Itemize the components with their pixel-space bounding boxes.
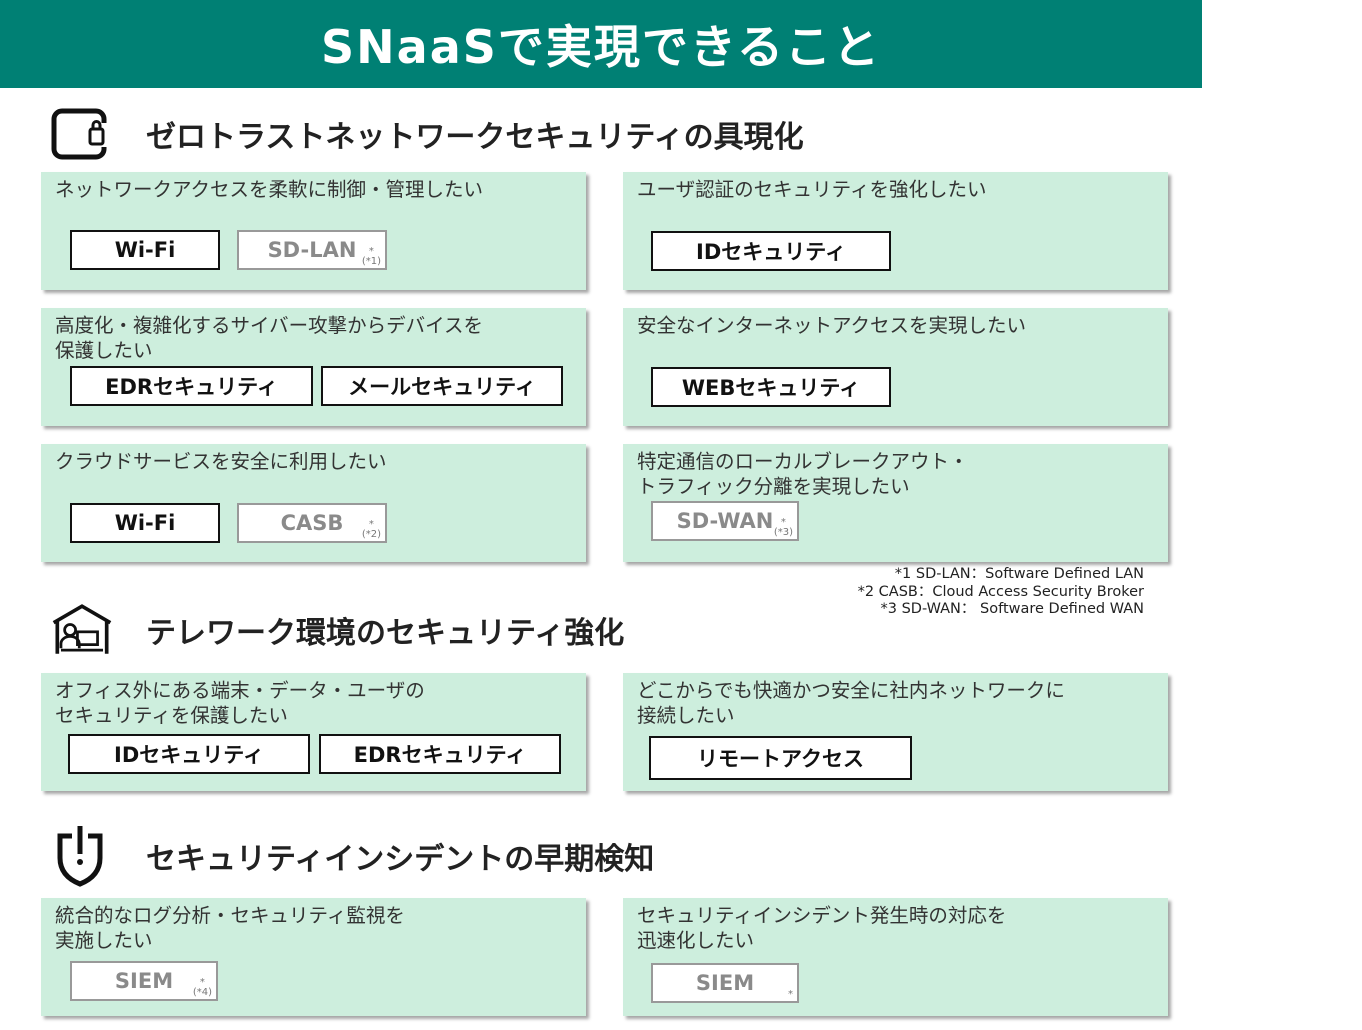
use-case-text: 特定通信のローカルブレークアウト・ トラフィック分離を実現したい [637,450,969,498]
use-case-card: クラウドサービスを安全に利用したい Wi-Fi CASB * (*2) [41,444,586,562]
mobile-lock-icon [50,104,114,164]
tag-siem[interactable]: SIEM * [651,963,799,1003]
footnote: *3 SD-WAN： Software Defined WAN [880,601,1145,617]
footnote-marker: * (*1) [361,246,381,267]
use-case-card: 高度化・複雑化するサイバー攻撃からデバイスを 保護したい EDRセキュリティ メ… [41,308,586,426]
section-title: テレワーク環境のセキュリティ強化 [146,616,625,651]
tag-id-security[interactable]: IDセキュリティ [651,231,891,271]
use-case-card: 統合的なログ分析・セキュリティ監視を 実施したい SIEM * (*4) [41,898,586,1016]
tag-edr-security[interactable]: EDRセキュリティ [319,734,561,774]
use-case-text: ネットワークアクセスを柔軟に制御・管理したい [55,178,484,201]
tag-label: Wi-Fi [114,238,176,262]
tag-sd-lan[interactable]: SD-LAN * (*1) [237,230,387,270]
tag-label: リモートアクセス [697,747,864,771]
tag-remote-access[interactable]: リモートアクセス [649,736,912,780]
shield-alert-icon [50,826,114,887]
tag-label: EDRセキュリティ [353,743,527,767]
tag-label: CASB [280,511,344,535]
section-zero-trust: ゼロトラストネットワークセキュリティの具現化 [50,104,804,164]
title-banner: SNaaSで実現できること [0,0,1202,88]
use-case-text: クラウドサービスを安全に利用したい [55,450,387,473]
tag-label: SIEM [114,969,174,993]
use-case-text: 安全なインターネットアクセスを実現したい [637,314,1027,337]
tag-label: メールセキュリティ [348,375,536,399]
use-case-card: セキュリティインシデント発生時の対応を 迅速化したい SIEM * [623,898,1168,1016]
footnotes: *1 SD-LAN：Software Defined LAN *2 CASB：C… [858,566,1144,619]
use-case-text: ユーザ認証のセキュリティを強化したい [637,178,987,201]
tag-label: SD-WAN [676,509,774,533]
footnote-marker: * [788,989,793,1000]
use-case-card: どこからでも快適かつ安全に社内ネットワークに 接続したい リモートアクセス [623,673,1168,791]
tag-casb[interactable]: CASB * (*2) [237,503,387,543]
tag-sd-wan[interactable]: SD-WAN * (*3) [651,501,799,541]
section-title: ゼロトラストネットワークセキュリティの具現化 [146,120,804,155]
section-telework: テレワーク環境のセキュリティ強化 [50,600,624,660]
page-title: SNaaSで実現できること [321,20,881,74]
use-case-text: 高度化・複雑化するサイバー攻撃からデバイスを 保護したい [55,314,484,362]
footnote: *2 CASB：Cloud Access Security Broker [857,583,1144,600]
tag-wifi[interactable]: Wi-Fi [70,503,220,543]
tag-label: WEBセキュリティ [681,376,861,400]
tag-mail-security[interactable]: メールセキュリティ [321,366,563,406]
tag-label: IDセキュリティ [696,240,846,264]
footnote-marker: * (*3) [773,517,793,538]
tag-id-security[interactable]: IDセキュリティ [68,734,310,774]
footnote-marker: * (*2) [361,519,381,540]
footnote: *1 SD-LAN：Software Defined LAN [894,566,1144,582]
tag-label: SD-LAN [267,238,357,262]
use-case-text: セキュリティインシデント発生時の対応を 迅速化したい [637,904,1007,952]
use-case-text: オフィス外にある端末・データ・ユーザの セキュリティを保護したい [55,679,425,727]
section-title: セキュリティインシデントの早期検知 [146,842,655,877]
home-office-icon [50,600,114,660]
use-case-card: オフィス外にある端末・データ・ユーザの セキュリティを保護したい IDセキュリテ… [41,673,586,791]
tag-siem[interactable]: SIEM * (*4) [70,961,218,1001]
tag-web-security[interactable]: WEBセキュリティ [651,367,891,407]
use-case-card: ユーザ認証のセキュリティを強化したい IDセキュリティ [623,172,1168,290]
footnote-marker: * (*4) [192,977,212,998]
use-case-card: ネットワークアクセスを柔軟に制御・管理したい Wi-Fi SD-LAN * (*… [41,172,586,290]
tag-label: EDRセキュリティ [105,375,278,399]
use-case-text: どこからでも快適かつ安全に社内ネットワークに 接続したい [637,679,1065,727]
tag-wifi[interactable]: Wi-Fi [70,230,220,270]
use-case-card: 安全なインターネットアクセスを実現したい WEBセキュリティ [623,308,1168,426]
tag-label: Wi-Fi [114,511,176,535]
use-case-text: 統合的なログ分析・セキュリティ監視を 実施したい [55,904,405,952]
use-case-card: 特定通信のローカルブレークアウト・ トラフィック分離を実現したい SD-WAN … [623,444,1168,562]
tag-label: SIEM [695,971,755,995]
tag-label: IDセキュリティ [114,743,264,767]
section-incident-detection: セキュリティインシデントの早期検知 [50,826,655,887]
tag-edr-security[interactable]: EDRセキュリティ [70,366,313,406]
